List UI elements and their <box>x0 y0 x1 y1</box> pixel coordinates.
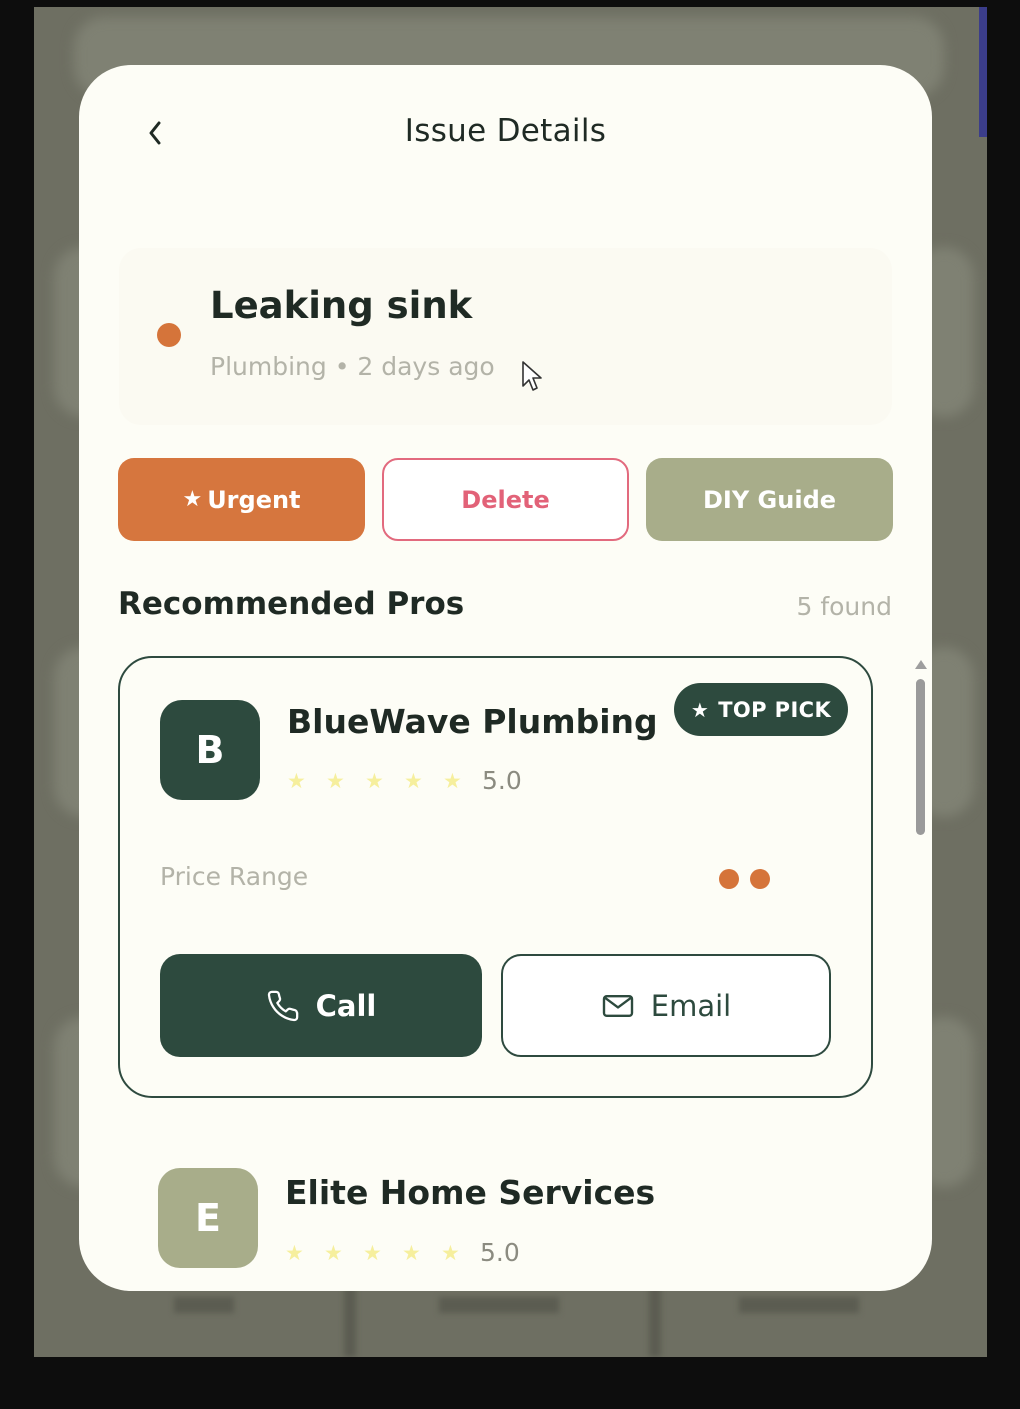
issue-title: Leaking sink <box>210 284 473 327</box>
backdrop-label <box>439 1297 559 1313</box>
issue-summary-card: Leaking sink Plumbing • 2 days ago <box>119 248 892 425</box>
star-icon: ★ <box>287 768 306 793</box>
call-label: Call <box>315 988 377 1023</box>
star-icon: ★ <box>285 1240 304 1265</box>
pros-found-count: 5 found <box>796 592 892 621</box>
star-icon: ★ <box>324 1240 343 1265</box>
rating-stars: ★ ★ ★ ★ ★ 5.0 <box>287 766 522 795</box>
rating-value: 5.0 <box>482 766 522 795</box>
backdrop-label <box>174 1297 234 1313</box>
issue-details-modal: Issue Details Leaking sink Plumbing • 2 … <box>79 65 932 1291</box>
pro-name: BlueWave Plumbing <box>287 702 658 741</box>
backdrop-label <box>739 1297 859 1313</box>
diy-guide-label: DIY Guide <box>702 485 837 514</box>
star-icon: ★ <box>402 1240 421 1265</box>
star-icon: ★ <box>365 768 384 793</box>
issue-action-row: ★ Urgent Delete DIY Guide <box>118 458 893 541</box>
phone-icon <box>266 989 300 1023</box>
urgent-label: Urgent <box>207 485 301 514</box>
diy-guide-button[interactable]: DIY Guide <box>646 458 893 541</box>
star-icon: ★ <box>443 768 462 793</box>
delete-button[interactable]: Delete <box>382 458 629 541</box>
star-icon: ★ <box>441 1240 460 1265</box>
urgent-button[interactable]: ★ Urgent <box>118 458 365 541</box>
mouse-cursor-icon <box>522 361 542 391</box>
price-range-label: Price Range <box>160 862 309 891</box>
price-dot <box>719 869 739 889</box>
pro-name[interactable]: Elite Home Services <box>285 1173 655 1212</box>
star-icon: ★ <box>182 487 203 512</box>
top-pick-badge: ★ TOP PICK <box>674 683 848 736</box>
call-button[interactable]: Call <box>160 954 482 1057</box>
mail-icon <box>601 992 635 1020</box>
recommended-pros-heading: Recommended Pros <box>118 586 465 622</box>
scrollbar-thumb[interactable] <box>916 679 925 835</box>
backdrop-strip <box>979 7 987 137</box>
rating-stars: ★ ★ ★ ★ ★ 5.0 <box>285 1238 520 1267</box>
page-title: Issue Details <box>404 113 607 149</box>
issue-status-dot <box>157 323 181 347</box>
price-range-indicator <box>719 869 770 889</box>
rating-value: 5.0 <box>480 1238 520 1267</box>
star-icon: ★ <box>404 768 423 793</box>
star-icon: ★ <box>326 768 345 793</box>
avatar: E <box>158 1168 258 1268</box>
email-button[interactable]: Email <box>501 954 831 1057</box>
price-dot <box>750 869 770 889</box>
delete-label: Delete <box>461 485 550 514</box>
star-icon: ★ <box>363 1240 382 1265</box>
issue-meta: Plumbing • 2 days ago <box>210 352 495 381</box>
scroll-up-arrow-icon[interactable] <box>915 660 927 669</box>
top-pick-label: TOP PICK <box>718 697 832 722</box>
avatar: B <box>160 700 260 800</box>
pro-card[interactable]: B BlueWave Plumbing ★ ★ ★ ★ ★ 5.0 ★ TOP … <box>118 656 873 1098</box>
email-label: Email <box>650 988 732 1023</box>
star-icon: ★ <box>690 697 710 722</box>
